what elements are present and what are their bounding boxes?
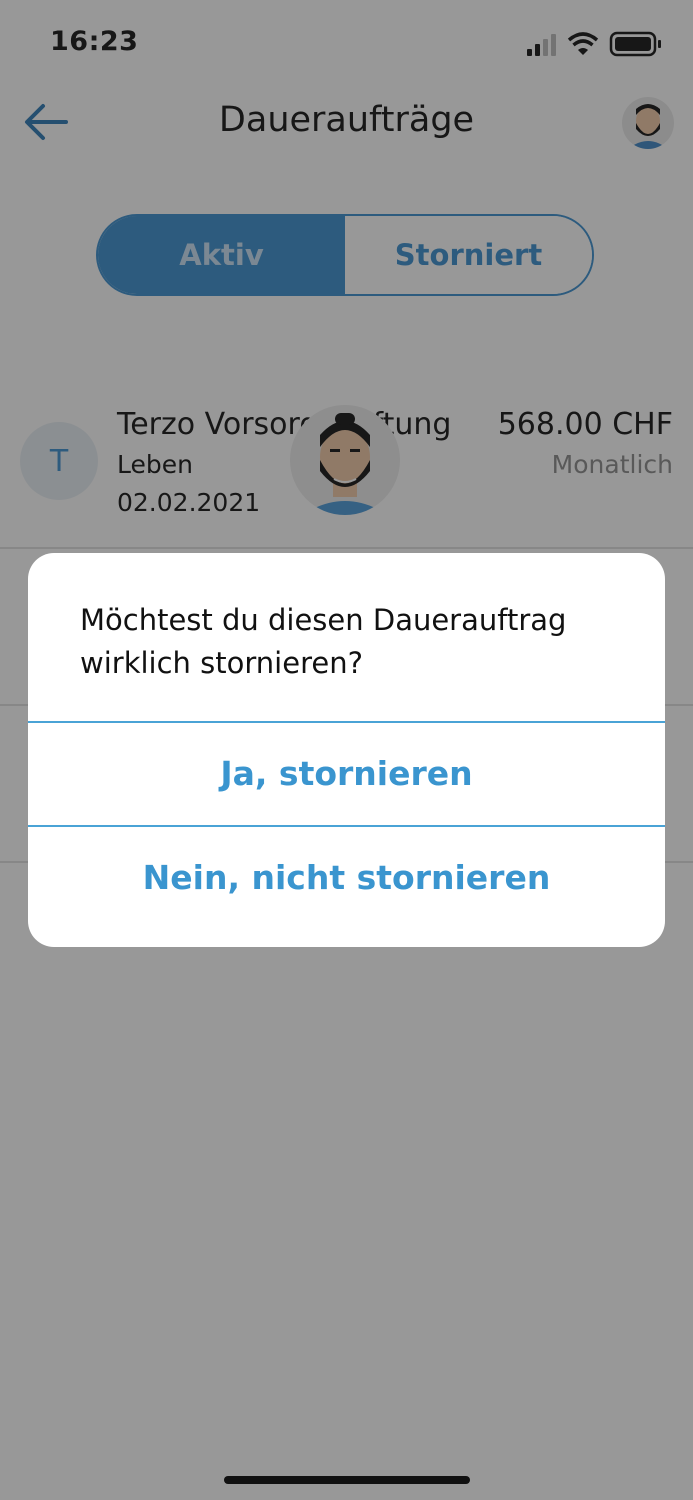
confirm-cancel-button[interactable]: Ja, stornieren [28,721,665,823]
home-indicator[interactable] [224,1476,470,1484]
dialog-message: Möchtest du diesen Dauerauftrag wirklich… [80,603,567,680]
dismiss-button[interactable]: Nein, nicht stornieren [28,825,665,927]
cancel-confirmation-dialog: Möchtest du diesen Dauerauftrag wirklich… [28,553,665,947]
